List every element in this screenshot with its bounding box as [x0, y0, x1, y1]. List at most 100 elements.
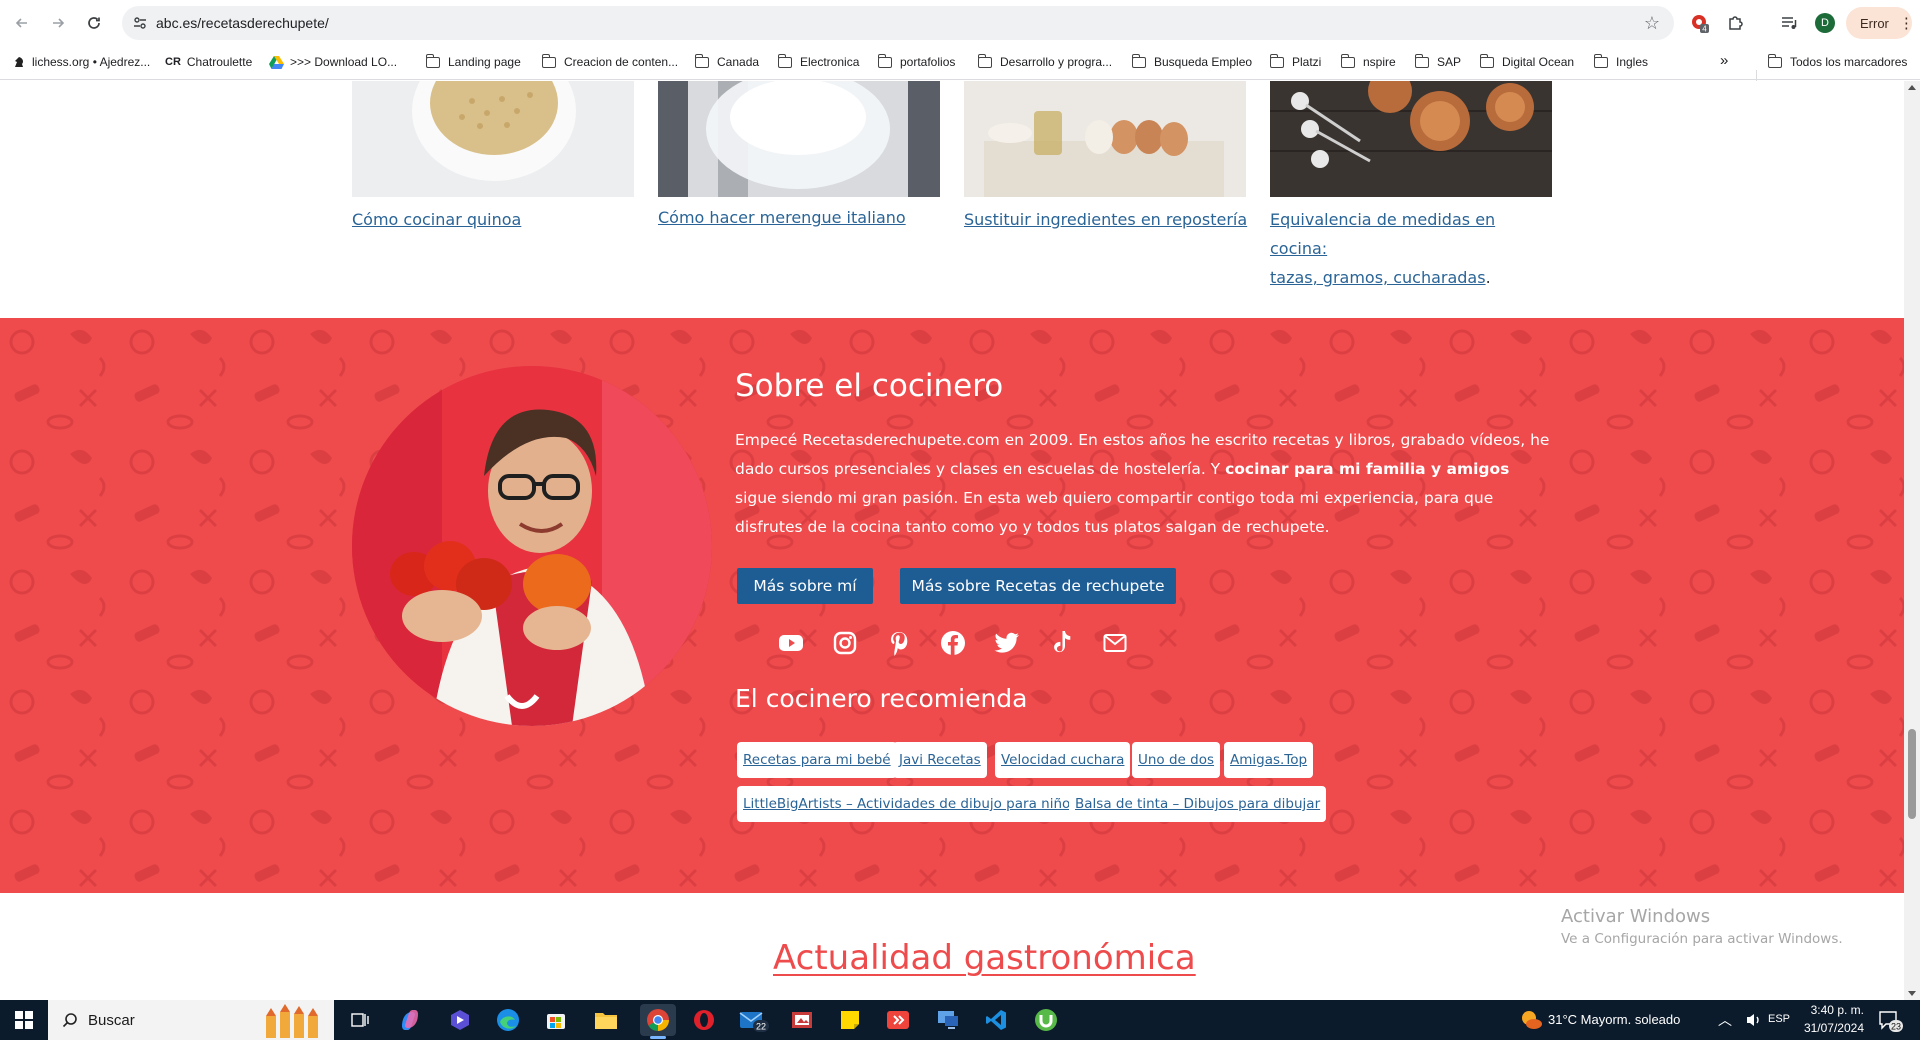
measuring-cups-image[interactable]: [1270, 81, 1552, 197]
opera-icon[interactable]: [688, 1004, 720, 1036]
lichess-icon: [15, 57, 23, 67]
media-controls-icon[interactable]: [1774, 8, 1804, 38]
recommendation-link[interactable]: Amigas.Top: [1224, 742, 1314, 778]
sticky-notes-icon[interactable]: [834, 1004, 866, 1036]
about-chef-section: Sobre el cocinero Empecé Recetasderechup…: [0, 318, 1904, 893]
forward-icon[interactable]: [44, 9, 72, 37]
more-about-me-button[interactable]: Más sobre mí: [737, 568, 873, 604]
bookmark-folder-creacion[interactable]: Creacion de conten...: [541, 53, 679, 69]
bookmark-folder-nspire[interactable]: nspire: [1340, 53, 1396, 69]
youtube-icon[interactable]: [776, 628, 806, 658]
language-indicator[interactable]: ESP: [1768, 1013, 1790, 1025]
bookmark-folder-portafolios[interactable]: portafolios: [877, 53, 955, 69]
next-section-title[interactable]: Actualidad gastronómica: [773, 938, 1196, 978]
recommendation-link[interactable]: Velocidad cuchara: [995, 742, 1131, 778]
recommendation-link[interactable]: Uno de dos: [1132, 742, 1221, 778]
bookmark-folder-busqueda[interactable]: Busqueda Empleo: [1131, 53, 1252, 69]
volume-icon[interactable]: [1738, 1004, 1770, 1036]
bookmark-label: Todos los marcadores: [1790, 55, 1908, 69]
card-link-sustituir[interactable]: Sustituir ingredientes en repostería: [964, 205, 1247, 234]
facebook-icon[interactable]: [938, 628, 968, 658]
edge-icon[interactable]: [492, 1004, 524, 1036]
bookmark-download[interactable]: >>> Download LO...: [269, 55, 397, 69]
clock-date[interactable]: 31/07/2024: [1802, 1021, 1864, 1035]
profile-avatar[interactable]: D: [1810, 8, 1840, 38]
site-settings-icon[interactable]: [132, 15, 148, 31]
file-explorer-icon[interactable]: [590, 1004, 622, 1036]
card-link-equivalencia-line2[interactable]: tazas, gramos, cucharadas: [1270, 268, 1486, 287]
all-bookmarks-folder[interactable]: Todos los marcadores: [1767, 53, 1908, 69]
error-pill-button[interactable]: Error ⋮: [1846, 7, 1914, 39]
search-placeholder: Buscar: [88, 1011, 135, 1029]
card-link-merengue[interactable]: Cómo hacer merengue italiano: [658, 203, 906, 232]
folder-icon: [541, 53, 556, 68]
baking-ingredients-image[interactable]: [964, 81, 1246, 197]
error-label: Error: [1860, 15, 1889, 31]
bookmark-label: nspire: [1363, 55, 1396, 69]
bookmark-label: Landing page: [448, 55, 521, 69]
reload-icon[interactable]: [80, 9, 108, 37]
anydesk-icon[interactable]: [882, 1004, 914, 1036]
extensions-puzzle-icon[interactable]: [1721, 8, 1751, 38]
merengue-image[interactable]: [658, 81, 940, 197]
scroll-up-icon[interactable]: [1908, 85, 1916, 90]
page-scrollbar[interactable]: [1904, 81, 1920, 1000]
bookmark-folder-landing[interactable]: Landing page: [425, 53, 521, 69]
bookmark-chatroulette[interactable]: CR Chatroulette: [165, 55, 252, 69]
bookmark-label: Canada: [717, 55, 760, 69]
app-hex-icon[interactable]: [444, 1004, 476, 1036]
snipping-icon[interactable]: [786, 1004, 818, 1036]
recommendation-link[interactable]: Balsa de tinta – Dibujos para dibujar: [1069, 786, 1327, 822]
twitter-icon[interactable]: [992, 628, 1022, 658]
bookmark-label: Creacion de conten...: [564, 55, 679, 69]
back-icon[interactable]: [8, 9, 36, 37]
remote-desktop-icon[interactable]: [932, 1004, 964, 1036]
card-link-equivalencia: Equivalencia de medidas en cocina: tazas…: [1270, 205, 1550, 292]
bookmarks-overflow-button[interactable]: »: [1720, 52, 1728, 69]
url-text[interactable]: abc.es/recetasderechupete/: [156, 15, 329, 31]
bookmark-star-icon[interactable]: ☆: [1644, 13, 1660, 34]
address-bar[interactable]: abc.es/recetasderechupete/ ☆: [122, 6, 1674, 40]
copilot-icon[interactable]: [394, 1004, 426, 1036]
more-about-site-button[interactable]: Más sobre Recetas de rechupete: [900, 568, 1176, 604]
notification-center-icon[interactable]: 23: [1874, 1004, 1906, 1036]
scroll-down-icon[interactable]: [1908, 991, 1916, 996]
recommendation-link[interactable]: Javi Recetas: [893, 742, 987, 778]
taskbar-search[interactable]: Buscar: [48, 1000, 334, 1040]
recommendation-link[interactable]: Recetas para mi bebé: [737, 742, 897, 778]
chrome-taskbar-icon[interactable]: [640, 1004, 676, 1039]
bookmark-folder-canada[interactable]: Canada: [694, 53, 760, 69]
windows-taskbar: Buscar 22 31°C Mayorm. soleado ︿ ESP 3:4…: [0, 1000, 1920, 1040]
recommendation-link[interactable]: LittleBigArtists – Actividades de dibujo…: [737, 786, 1084, 822]
weather-icon[interactable]: [1515, 1004, 1547, 1036]
bookmark-folder-desarrollo[interactable]: Desarrollo y progra...: [977, 53, 1112, 69]
utorrent-icon[interactable]: [1030, 1004, 1062, 1036]
mail-icon[interactable]: [1100, 628, 1130, 658]
instagram-icon[interactable]: [830, 628, 860, 658]
folder-icon: [1479, 53, 1494, 68]
bookmark-folder-ingles[interactable]: Ingles: [1593, 53, 1648, 69]
bookmark-lichess[interactable]: lichess.org • Ajedrez...: [12, 55, 150, 69]
windows-activation-subtitle: Ve a Configuración para activar Windows.: [1561, 931, 1843, 947]
scrollbar-thumb[interactable]: [1908, 729, 1916, 819]
clock-time[interactable]: 3:40 p. m.: [1808, 1003, 1864, 1017]
vscode-icon[interactable]: [980, 1004, 1012, 1036]
bookmark-folder-electronica[interactable]: Electronica: [777, 53, 859, 69]
microsoft-store-icon[interactable]: [540, 1004, 572, 1036]
weather-text[interactable]: 31°C Mayorm. soleado: [1548, 1012, 1680, 1027]
extension-red-icon[interactable]: 4: [1685, 8, 1715, 38]
mail-app-icon[interactable]: 22: [738, 1004, 770, 1036]
task-view-icon[interactable]: [344, 1004, 376, 1036]
card-link-quinoa[interactable]: Cómo cocinar quinoa: [352, 205, 521, 234]
tray-chevron-icon[interactable]: ︿: [1718, 1010, 1732, 1030]
windows-start-icon[interactable]: [8, 1004, 40, 1036]
drive-icon: [269, 55, 284, 69]
quinoa-image[interactable]: [352, 81, 634, 197]
pinterest-icon[interactable]: [884, 628, 914, 658]
bookmark-folder-platzi[interactable]: Platzi: [1269, 53, 1321, 69]
folder-icon: [694, 53, 709, 68]
card-link-equivalencia-line1[interactable]: Equivalencia de medidas en cocina:: [1270, 210, 1495, 258]
bookmark-folder-sap[interactable]: SAP: [1414, 53, 1461, 69]
bookmark-folder-digitalocean[interactable]: Digital Ocean: [1479, 53, 1574, 69]
tiktok-icon[interactable]: [1046, 628, 1076, 658]
